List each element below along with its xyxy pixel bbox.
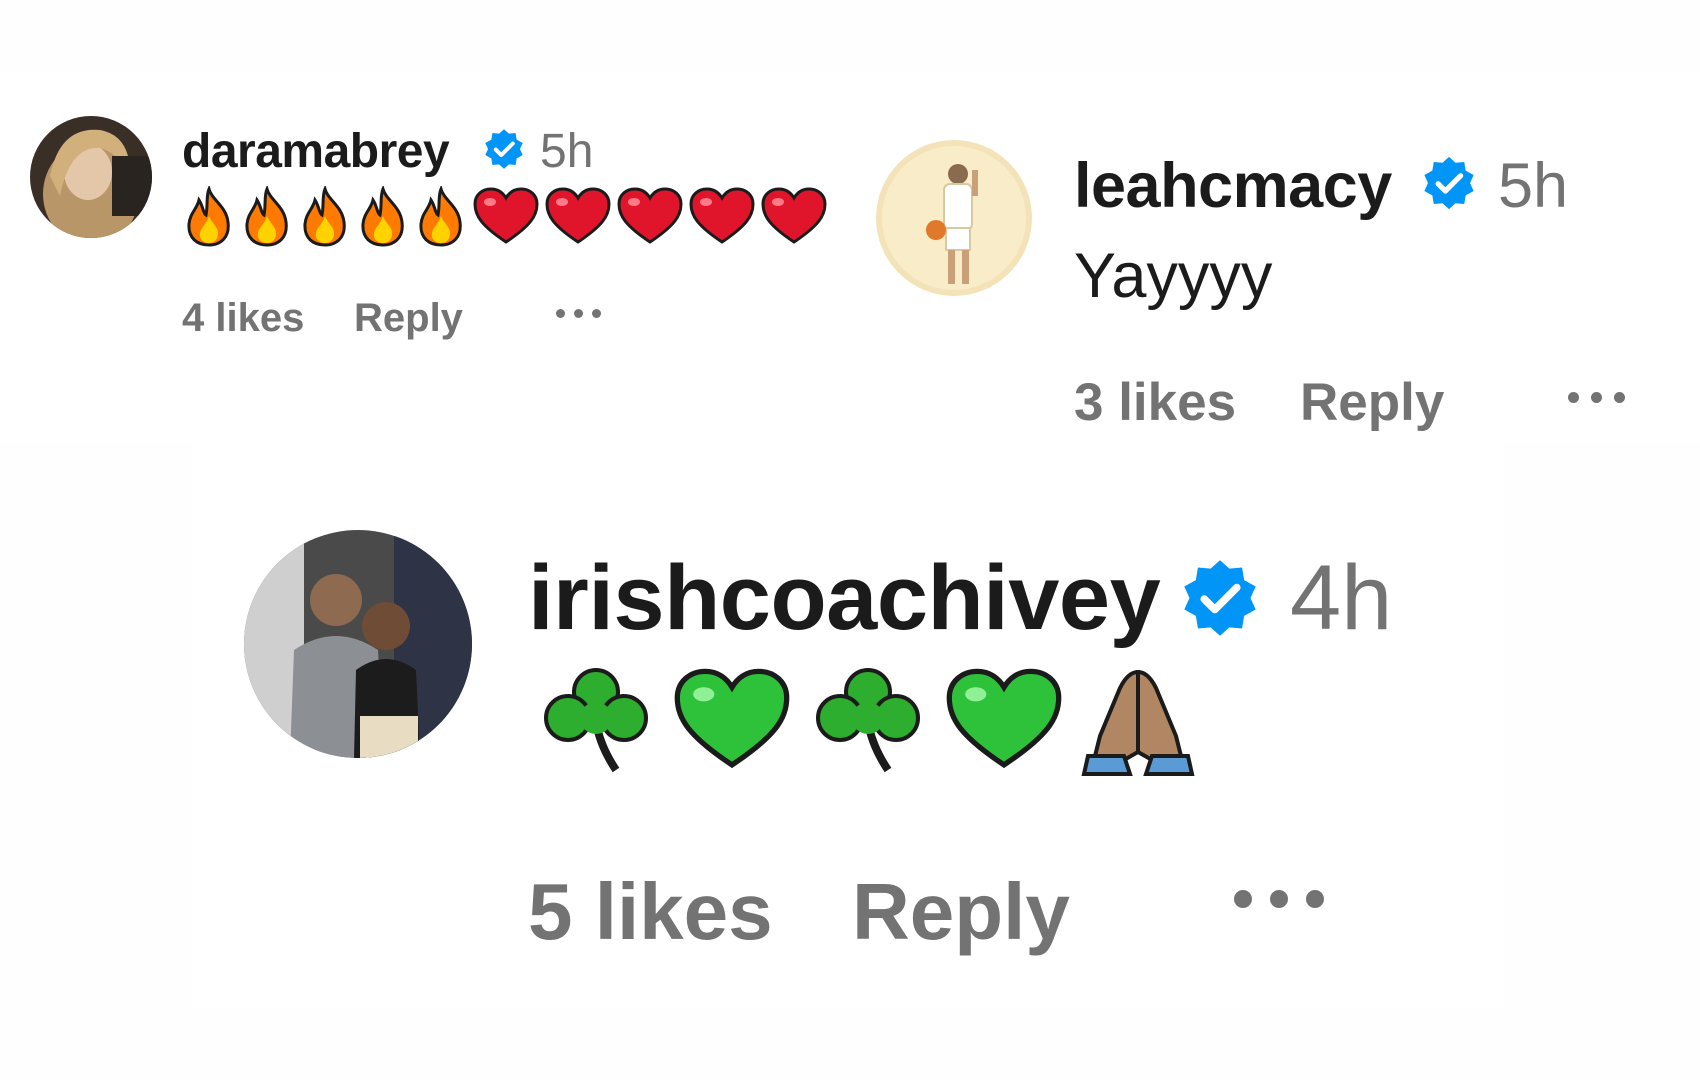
more-options-icon[interactable]: [556, 306, 616, 320]
verified-badge-icon: [1420, 154, 1478, 212]
verified-badge-icon: [482, 127, 526, 171]
likes-count[interactable]: 4 likes: [182, 296, 304, 341]
shamrock-emoji: [808, 666, 944, 778]
likes-count[interactable]: 3 likes: [1074, 372, 1236, 433]
red-heart-emoji: [616, 186, 688, 248]
shamrock-emoji: [536, 666, 672, 778]
reply-button[interactable]: Reply: [1300, 372, 1444, 433]
green-heart-emoji: [944, 666, 1080, 778]
reply-button[interactable]: Reply: [852, 866, 1070, 958]
comment-emojis: [536, 666, 1200, 778]
reply-button[interactable]: Reply: [354, 296, 463, 341]
username-leahcmacy[interactable]: leahcmacy: [1074, 150, 1392, 222]
avatar-leahcmacy[interactable]: [876, 140, 1032, 296]
comment-emojis: [182, 184, 832, 248]
timestamp: 4h: [1290, 547, 1393, 649]
verified-badge-icon: [1178, 556, 1262, 640]
username-daramabrey[interactable]: daramabrey: [182, 124, 450, 179]
avatar-irishcoachivey[interactable]: [244, 530, 472, 758]
fire-emoji: [298, 184, 356, 248]
green-heart-emoji: [672, 666, 808, 778]
more-options-icon[interactable]: [1568, 389, 1644, 405]
timestamp: 5h: [1498, 151, 1569, 221]
fire-emoji: [182, 184, 240, 248]
red-heart-emoji: [472, 186, 544, 248]
avatar-daramabrey[interactable]: [30, 116, 152, 238]
red-heart-emoji: [688, 186, 760, 248]
folded-hands-emoji: [1080, 666, 1200, 778]
fire-emoji: [356, 184, 414, 248]
fire-emoji: [240, 184, 298, 248]
comment-text: Yayyyy: [1074, 241, 1273, 311]
red-heart-emoji: [544, 186, 616, 248]
username-irishcoachivey[interactable]: irishcoachivey: [528, 546, 1161, 651]
timestamp: 5h: [540, 125, 594, 178]
red-heart-emoji: [760, 186, 832, 248]
likes-count[interactable]: 5 likes: [528, 866, 773, 958]
more-options-icon[interactable]: [1234, 888, 1346, 910]
fire-emoji: [414, 184, 472, 248]
